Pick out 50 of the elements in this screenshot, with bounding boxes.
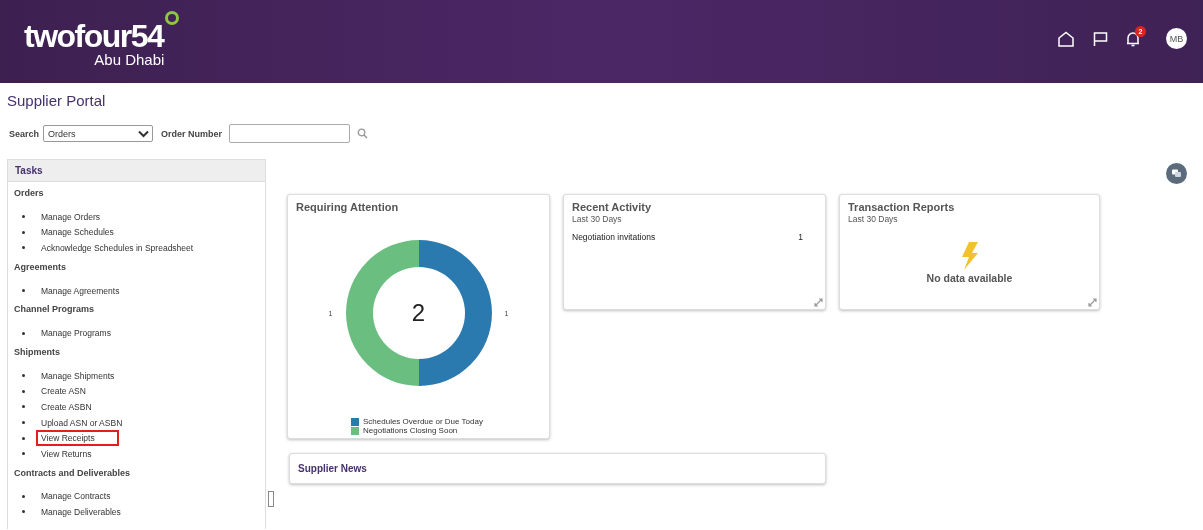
legend-label: Schedules Overdue or Due Today: [363, 417, 483, 426]
chat-icon[interactable]: [1166, 163, 1187, 184]
page-title: Supplier Portal: [7, 92, 107, 109]
task-link[interactable]: Manage Deliverables: [36, 503, 126, 520]
card-title: Requiring Attention: [296, 201, 400, 213]
task-link[interactable]: Upload ASN or ASBN: [36, 414, 128, 431]
logo-subtitle: Abu Dhabi: [94, 51, 165, 68]
card-title: Supplier News: [298, 463, 368, 474]
task-link[interactable]: Manage Shipments: [36, 367, 120, 384]
tasks-header: Tasks: [8, 160, 265, 182]
legend-label: Negotiations Closing Soon: [363, 426, 458, 435]
task-link[interactable]: Create ASN: [36, 383, 91, 400]
logo-text: twofour54: [24, 18, 164, 54]
ring-icon: [164, 10, 181, 26]
section-title: Orders: [14, 188, 45, 198]
task-link[interactable]: View Receipts: [36, 430, 119, 447]
card-subtitle: Last 30 Days: [848, 214, 899, 224]
task-link[interactable]: View Returns: [36, 445, 97, 462]
expand-icon[interactable]: [814, 298, 823, 307]
lightning-icon: [959, 242, 980, 270]
card-title: Transaction Reports: [848, 201, 956, 213]
search-select[interactable]: Orders: [43, 125, 154, 142]
section-title: Contracts and Deliverables: [14, 467, 132, 478]
task-link[interactable]: Manage Agreements: [36, 282, 125, 299]
chevron-down-icon[interactable]: [138, 129, 150, 138]
task-link[interactable]: Manage Schedules: [36, 224, 119, 241]
card-title: Recent Activity: [572, 201, 653, 213]
task-link[interactable]: Manage Contracts: [36, 488, 116, 505]
section-title: Shipments: [14, 346, 61, 357]
flag-icon[interactable]: [1093, 30, 1108, 47]
task-link[interactable]: Manage Orders: [36, 208, 106, 225]
section-title: Agreements: [14, 261, 68, 272]
card-subtitle: Last 30 Days: [572, 214, 623, 224]
section-title: Channel Programs: [14, 304, 96, 315]
donut-total: 2: [411, 299, 426, 327]
task-link[interactable]: Manage Programs: [36, 325, 116, 342]
task-link[interactable]: Create ASBN: [36, 398, 97, 415]
task-link[interactable]: Acknowledge Schedules in Spreadsheet: [36, 240, 199, 256]
expand-icon[interactable]: [1088, 298, 1097, 307]
activity-label[interactable]: Negotiation invitations: [572, 232, 656, 242]
home-icon[interactable]: [1057, 30, 1075, 47]
collapse-handle[interactable]: [268, 491, 274, 507]
bell-icon[interactable]: [1126, 30, 1140, 47]
activity-count: 1: [798, 232, 803, 242]
empty-message: No data available: [926, 272, 1013, 284]
search-label: Search: [9, 128, 40, 139]
user-avatar[interactable]: MB: [1166, 28, 1187, 49]
order-number-field[interactable]: [229, 124, 351, 143]
order-number-label: Order Number: [161, 128, 223, 139]
search-icon[interactable]: [357, 128, 369, 139]
